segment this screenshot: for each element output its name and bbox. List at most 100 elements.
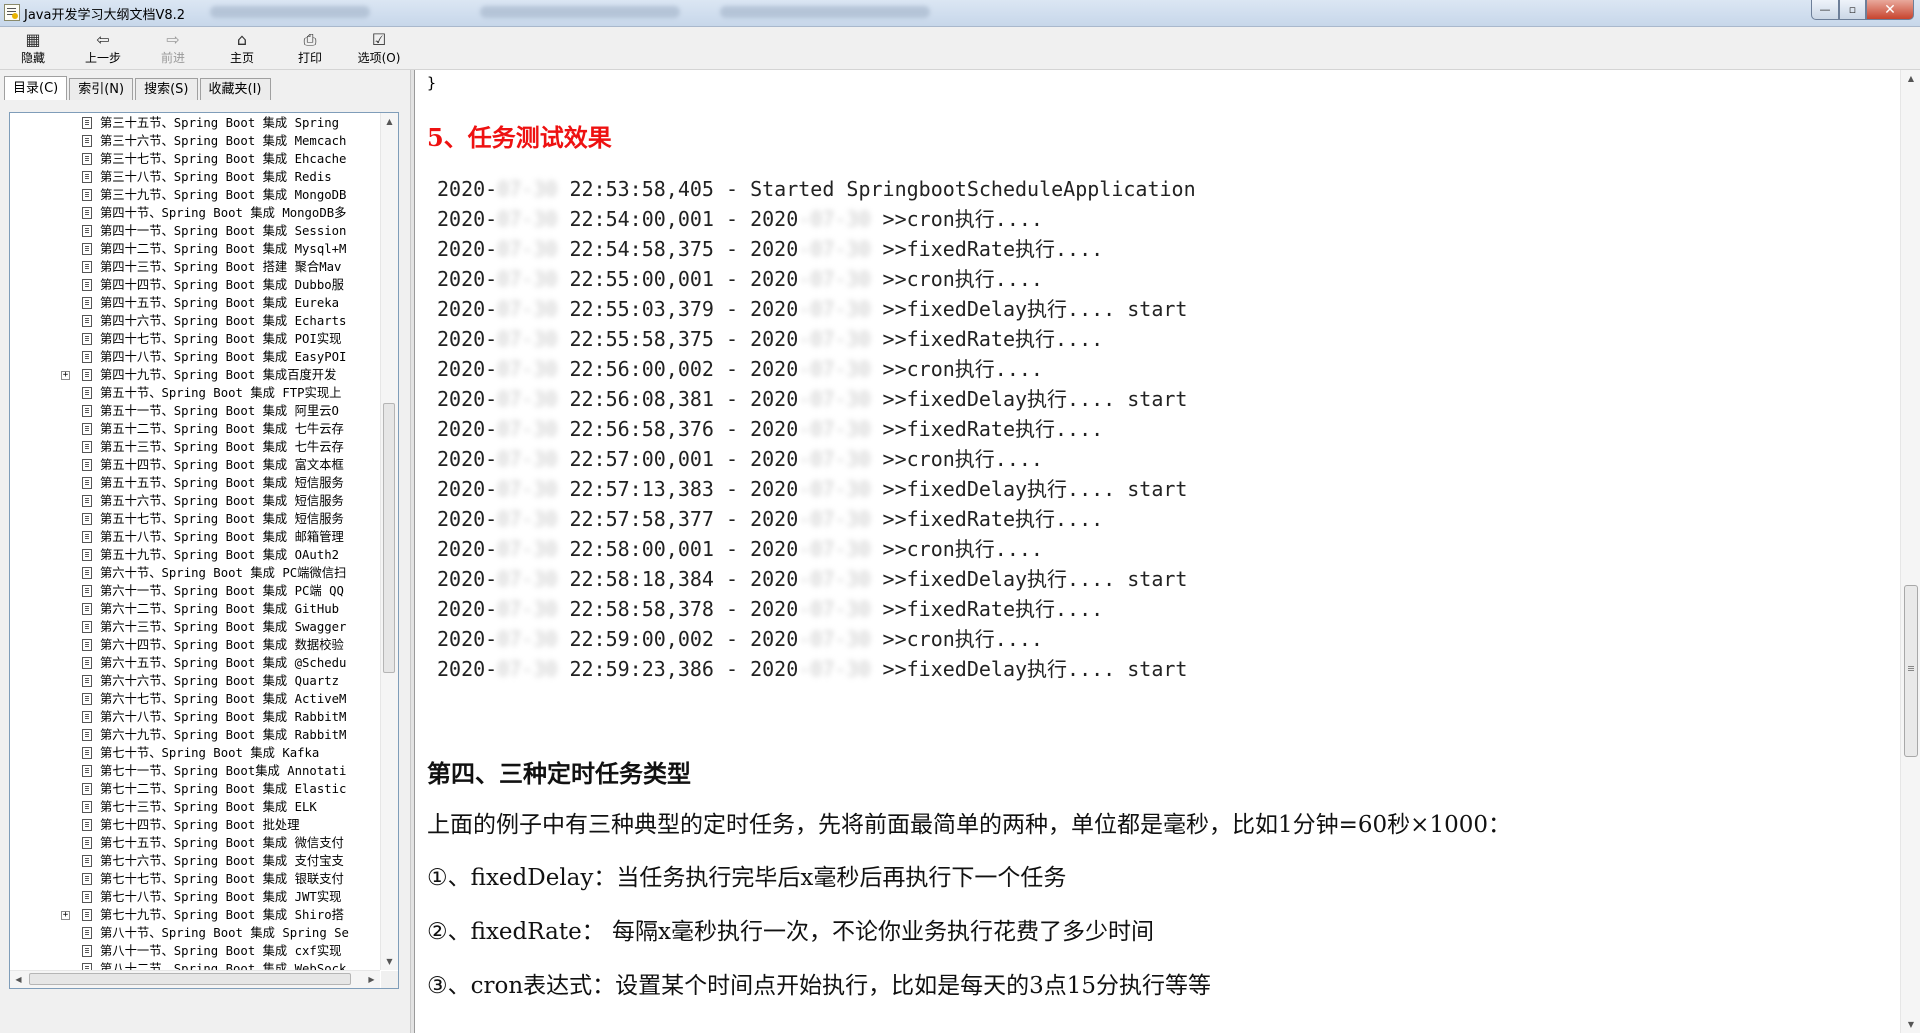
tree-item[interactable]: 第六十七节、Spring Boot 集成 ActiveM bbox=[10, 690, 380, 708]
tree-item-label: 第三十八节、Spring Boot 集成 Redis bbox=[100, 170, 332, 184]
tab-favorites[interactable]: 收藏夹(I) bbox=[199, 78, 271, 100]
tree-item[interactable]: + 第七十九节、Spring Boot 集成 Shiro搭 bbox=[10, 906, 380, 924]
tree-item[interactable]: 第三十七节、Spring Boot 集成 Ehcache bbox=[10, 150, 380, 168]
tree-scroll-thumb[interactable] bbox=[383, 403, 395, 673]
document-icon bbox=[82, 333, 92, 345]
tree-item[interactable]: 第六十五节、Spring Boot 集成 @Schedu bbox=[10, 654, 380, 672]
tab-contents[interactable]: 目录(C) bbox=[4, 76, 68, 100]
redacted-date: 07-30 bbox=[497, 357, 558, 381]
tree-item[interactable]: 第六十节、Spring Boot 集成 PC端微信扫 bbox=[10, 564, 380, 582]
blurred-title-tail bbox=[480, 6, 680, 18]
tree-item[interactable]: 第七十三节、Spring Boot 集成 ELK bbox=[10, 798, 380, 816]
minimize-button[interactable]: — bbox=[1811, 0, 1839, 20]
tree-item[interactable]: 第四十八节、Spring Boot 集成 EasyPOI bbox=[10, 348, 380, 366]
scroll-left-arrow-icon[interactable]: ◀ bbox=[10, 971, 27, 988]
tree-item-label: 第三十五节、Spring Boot 集成 Spring bbox=[100, 116, 340, 130]
tree-item[interactable]: 第六十六节、Spring Boot 集成 Quartz bbox=[10, 672, 380, 690]
content-vertical-scrollbar[interactable]: ▲ ▼ bbox=[1900, 70, 1920, 1033]
tree-item[interactable]: + 第四十九节、Spring Boot 集成百度开发 bbox=[10, 366, 380, 384]
tree-item-label: 第八十一节、Spring Boot 集成 cxf实现 bbox=[100, 944, 342, 958]
tree-item[interactable]: 第五十五节、Spring Boot 集成 短信服务 bbox=[10, 474, 380, 492]
print-button[interactable]: ⎙ 打印 bbox=[283, 29, 337, 67]
tree-item[interactable]: 第八十一节、Spring Boot 集成 cxf实现 bbox=[10, 942, 380, 960]
tree-item-label: 第六十四节、Spring Boot 集成 数据校验 bbox=[100, 638, 344, 652]
tree-hscroll-thumb[interactable] bbox=[29, 973, 351, 985]
document-icon bbox=[82, 549, 92, 561]
tree-item[interactable]: 第三十六节、Spring Boot 集成 Memcach bbox=[10, 132, 380, 150]
tab-search[interactable]: 搜索(S) bbox=[135, 78, 198, 100]
tree-item[interactable]: 第七十二节、Spring Boot 集成 Elastic bbox=[10, 780, 380, 798]
tree-item[interactable]: 第五十四节、Spring Boot 集成 富文本框 bbox=[10, 456, 380, 474]
tree-item[interactable]: 第七十八节、Spring Boot 集成 JWT实现 bbox=[10, 888, 380, 906]
back-button[interactable]: ⇦ 上一步 bbox=[76, 29, 130, 67]
expand-icon[interactable]: + bbox=[61, 911, 70, 920]
log-message: >>fixedDelay执行.... start bbox=[870, 657, 1188, 681]
tab-index[interactable]: 索引(N) bbox=[69, 78, 134, 100]
document-icon bbox=[82, 783, 92, 795]
log-line: 2020-07-30 22:59:00,002 - 2020-07-30 >>c… bbox=[437, 624, 1196, 654]
tree-item[interactable]: 第七十五节、Spring Boot 集成 微信支付 bbox=[10, 834, 380, 852]
tree-item[interactable]: 第三十八节、Spring Boot 集成 Redis bbox=[10, 168, 380, 186]
tree-horizontal-scrollbar[interactable]: ◀ ▶ bbox=[10, 970, 380, 988]
log-line: 2020-07-30 22:57:00,001 - 2020-07-30 >>c… bbox=[437, 444, 1196, 474]
tree-item-label: 第五十八节、Spring Boot 集成 邮箱管理 bbox=[100, 530, 344, 544]
tree-item[interactable]: 第五十二节、Spring Boot 集成 七牛云存 bbox=[10, 420, 380, 438]
tree-item[interactable]: 第六十四节、Spring Boot 集成 数据校验 bbox=[10, 636, 380, 654]
log-line: 2020-07-30 22:55:58,375 - 2020-07-30 >>f… bbox=[437, 324, 1196, 354]
tree-item[interactable]: 第六十九节、Spring Boot 集成 RabbitM bbox=[10, 726, 380, 744]
tree-item-label: 第五十三节、Spring Boot 集成 七牛云存 bbox=[100, 440, 344, 454]
tree-item[interactable]: 第五十三节、Spring Boot 集成 七牛云存 bbox=[10, 438, 380, 456]
expand-icon[interactable]: + bbox=[61, 371, 70, 380]
tree-item[interactable]: 第六十一节、Spring Boot 集成 PC端 QQ bbox=[10, 582, 380, 600]
tree-item[interactable]: 第五十一节、Spring Boot 集成 阿里云O bbox=[10, 402, 380, 420]
tree-item[interactable]: 第五十六节、Spring Boot 集成 短信服务 bbox=[10, 492, 380, 510]
tree-item[interactable]: 第七十节、Spring Boot 集成 Kafka bbox=[10, 744, 380, 762]
forward-button[interactable]: ⇨ 前进 bbox=[146, 29, 200, 67]
tree-item[interactable]: 第四十五节、Spring Boot 集成 Eureka bbox=[10, 294, 380, 312]
redacted-date: 07-30 bbox=[497, 507, 558, 531]
tree-item[interactable]: 第三十九节、Spring Boot 集成 MongoDB bbox=[10, 186, 380, 204]
log-date: 2020 bbox=[750, 627, 799, 651]
tree-item[interactable]: 第五十九节、Spring Boot 集成 OAuth2 bbox=[10, 546, 380, 564]
close-button[interactable]: ✕ bbox=[1866, 0, 1914, 20]
log-line: 2020-07-30 22:56:58,376 - 2020-07-30 >>f… bbox=[437, 414, 1196, 444]
log-date: 2020 bbox=[750, 537, 799, 561]
tree-item[interactable]: 第四十节、Spring Boot 集成 MongoDB多 bbox=[10, 204, 380, 222]
log-line: 2020-07-30 22:53:58,405 - Started Spring… bbox=[437, 174, 1196, 204]
options-button[interactable]: ☑ 选项(O) bbox=[350, 29, 408, 67]
tree-item[interactable]: 第六十八节、Spring Boot 集成 RabbitM bbox=[10, 708, 380, 726]
tree-item[interactable]: 第六十二节、Spring Boot 集成 GitHub bbox=[10, 600, 380, 618]
tree-item[interactable]: 第四十二节、Spring Boot 集成 Mysql+M bbox=[10, 240, 380, 258]
tree-item[interactable]: 第四十三节、Spring Boot 搭建 聚合Mav bbox=[10, 258, 380, 276]
content-scroll-thumb[interactable] bbox=[1904, 585, 1918, 757]
tree-item[interactable]: 第七十一节、Spring Boot集成 Annotati bbox=[10, 762, 380, 780]
document-icon bbox=[82, 387, 92, 399]
tree-item[interactable]: 第五十节、Spring Boot 集成 FTP实现上 bbox=[10, 384, 380, 402]
tree-item[interactable]: 第七十四节、Spring Boot 批处理 bbox=[10, 816, 380, 834]
tree-item[interactable]: 第五十八节、Spring Boot 集成 邮箱管理 bbox=[10, 528, 380, 546]
tree-item[interactable]: 第四十六节、Spring Boot 集成 Echarts bbox=[10, 312, 380, 330]
tree-item[interactable]: 第八十节、Spring Boot 集成 Spring Se bbox=[10, 924, 380, 942]
maximize-button[interactable]: ▫ bbox=[1839, 0, 1866, 20]
tree-vertical-scrollbar[interactable]: ▲ ▼ bbox=[380, 113, 398, 970]
hide-button[interactable]: ▦ 隐藏 bbox=[6, 29, 60, 67]
tree-item[interactable]: 第七十七节、Spring Boot 集成 银联支付 bbox=[10, 870, 380, 888]
tree-item-label: 第四十二节、Spring Boot 集成 Mysql+M bbox=[100, 242, 347, 256]
tree-item[interactable]: 第四十七节、Spring Boot 集成 POI实现 bbox=[10, 330, 380, 348]
log-time: 22:58:00,001 - bbox=[557, 537, 751, 561]
tree-item[interactable]: 第四十四节、Spring Boot 集成 Dubbo服 bbox=[10, 276, 380, 294]
tree-item[interactable]: 第六十三节、Spring Boot 集成 Swagger bbox=[10, 618, 380, 636]
home-button[interactable]: ⌂ 主页 bbox=[215, 29, 269, 67]
tree-item[interactable]: 第三十五节、Spring Boot 集成 Spring bbox=[10, 114, 380, 132]
content-scroll-down-icon[interactable]: ▼ bbox=[1901, 1016, 1920, 1033]
tree-item[interactable]: 第四十一节、Spring Boot 集成 Session bbox=[10, 222, 380, 240]
home-icon: ⌂ bbox=[236, 30, 248, 49]
document-icon bbox=[82, 747, 92, 759]
content-scroll-up-icon[interactable]: ▲ bbox=[1901, 70, 1920, 87]
scroll-down-arrow-icon[interactable]: ▼ bbox=[381, 953, 398, 970]
document-icon bbox=[82, 117, 92, 129]
tree-item[interactable]: 第七十六节、Spring Boot 集成 支付宝支 bbox=[10, 852, 380, 870]
scroll-right-arrow-icon[interactable]: ▶ bbox=[363, 971, 380, 988]
scroll-up-arrow-icon[interactable]: ▲ bbox=[381, 113, 398, 130]
tree-item[interactable]: 第五十七节、Spring Boot 集成 短信服务 bbox=[10, 510, 380, 528]
